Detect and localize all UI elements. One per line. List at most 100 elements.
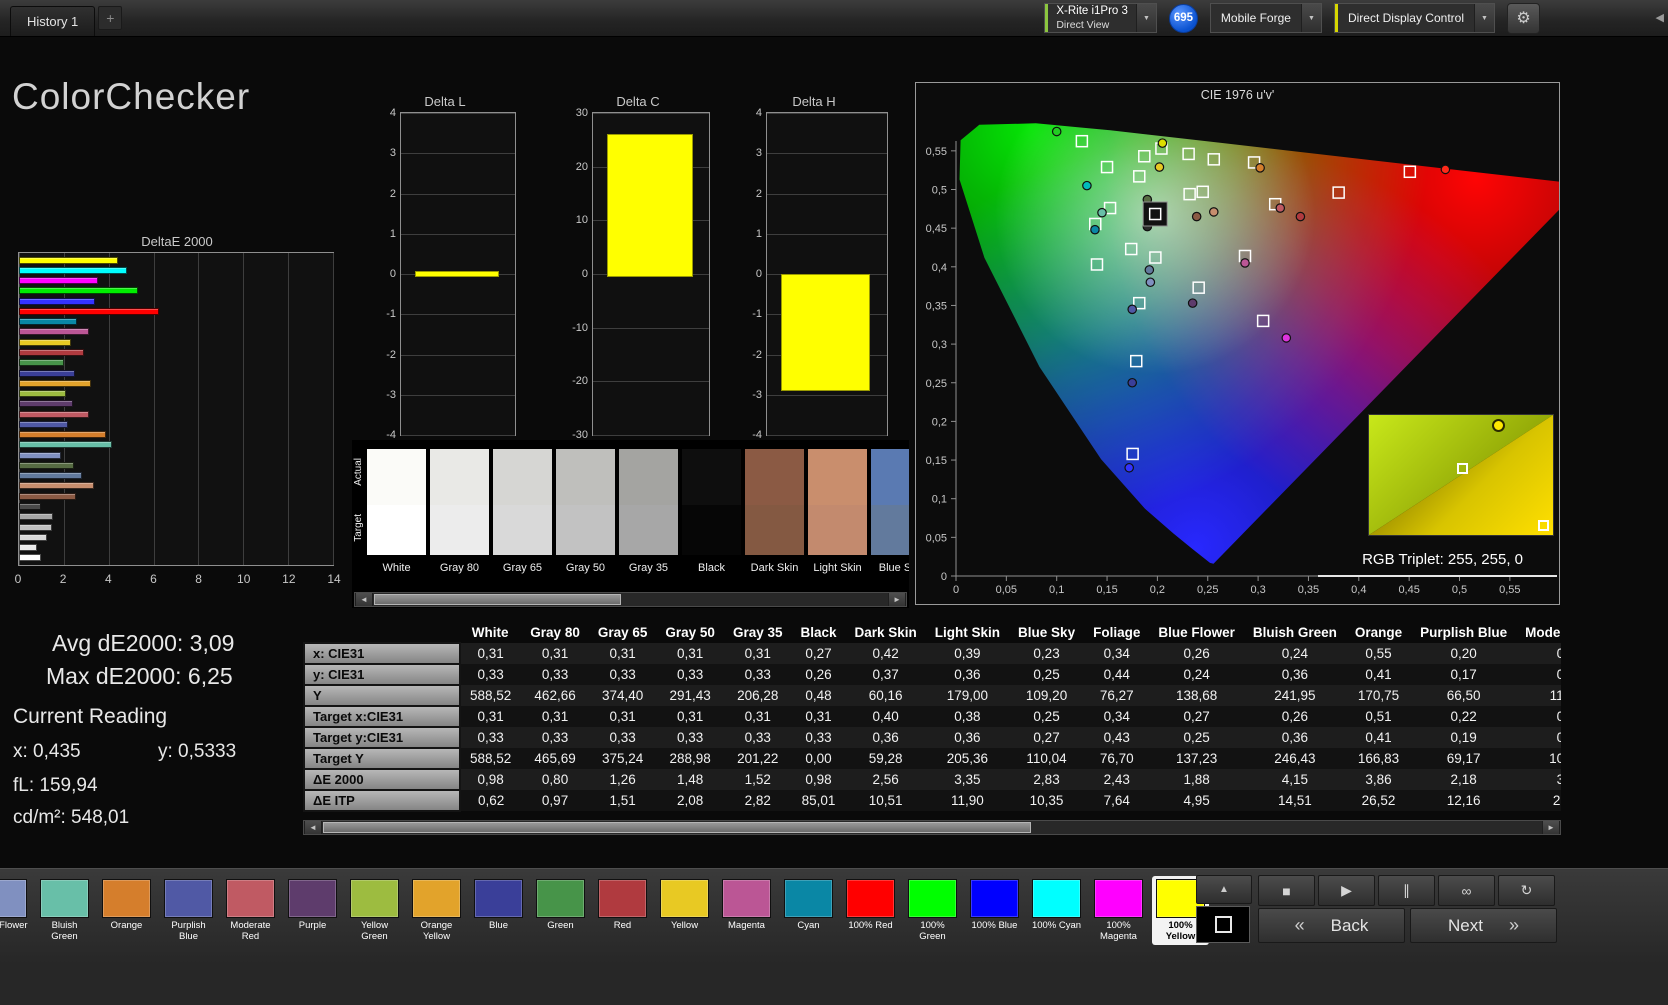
measurement-table: White Gray 80 Gray 65 Gray 50 Gray 35 Black Da… bbox=[303, 622, 1561, 812]
swatch-scrollbar[interactable]: ◄ ► bbox=[354, 592, 907, 607]
swatch-dark-skin: Dark Skin bbox=[745, 449, 804, 574]
table-cell: 1,26 bbox=[609, 772, 636, 787]
table-cell: 0,31 bbox=[541, 709, 569, 724]
table-row: ΔE 2000 0,98 0,80 1,26 1,48 1,52 0,98 2,56 3,35 2… bbox=[303, 768, 1561, 791]
patch-tile-orange-yellow[interactable]: Orange Yellow bbox=[408, 876, 465, 945]
scrollbar-track[interactable] bbox=[373, 593, 888, 606]
patch-label: 100% Red bbox=[848, 920, 893, 931]
patch-tile-yellow-green[interactable]: Yellow Green bbox=[346, 876, 403, 945]
patch-color-purple bbox=[288, 879, 337, 918]
deltae-bar-orange bbox=[19, 431, 106, 439]
swatch-actual bbox=[808, 449, 867, 505]
meter-selector[interactable]: X-Rite i1Pro 3 Direct View ▼ bbox=[1044, 3, 1157, 33]
swatch-gray-80: Gray 80 bbox=[430, 449, 489, 574]
pause-button-icon[interactable]: ∥ bbox=[1378, 875, 1435, 906]
selected-color-inset bbox=[1368, 414, 1554, 536]
bar-row bbox=[19, 491, 333, 501]
chevron-down-icon[interactable]: ▼ bbox=[1135, 4, 1156, 32]
scroll-right-icon[interactable]: ► bbox=[888, 593, 906, 606]
deltae2000-title: DeltaE 2000 bbox=[141, 234, 213, 249]
deltae-bar-blue-flower bbox=[19, 451, 62, 459]
display-window-button[interactable] bbox=[1196, 906, 1250, 943]
patch-tile-cyan[interactable]: Cyan bbox=[780, 876, 837, 945]
chevron-down-icon[interactable]: ▼ bbox=[1474, 4, 1494, 32]
swatch-target bbox=[367, 505, 426, 555]
scrollbar-thumb[interactable] bbox=[323, 822, 1031, 833]
row-header: ΔE ITP bbox=[303, 789, 461, 812]
deltae-bar-100-magenta bbox=[19, 277, 98, 285]
scroll-left-icon[interactable]: ◄ bbox=[355, 593, 373, 606]
bar-row bbox=[19, 450, 333, 460]
table-cell: 0,46 bbox=[1556, 709, 1561, 724]
scroll-right-icon[interactable]: ► bbox=[1542, 821, 1560, 834]
display-control-selector[interactable]: Direct Display Control ▼ bbox=[1333, 3, 1495, 33]
table-scrollbar[interactable]: ◄ ► bbox=[303, 820, 1561, 835]
patch-tile-bluish-green[interactable]: Bluish Green bbox=[36, 876, 93, 945]
add-tab-button[interactable]: + bbox=[98, 6, 123, 30]
delta-value-bar bbox=[606, 134, 693, 277]
patch-tile-moderate-red[interactable]: Moderate Red bbox=[222, 876, 279, 945]
patch-tile-100-green[interactable]: 100% Green bbox=[904, 876, 961, 945]
loop-button-icon[interactable]: ↻ bbox=[1498, 875, 1555, 906]
stop-button-icon[interactable]: ■ bbox=[1258, 875, 1315, 906]
column-header-dark-skin: Dark Skin bbox=[854, 625, 917, 640]
gear-icon[interactable]: ⚙ bbox=[1507, 2, 1540, 34]
patch-tile-blue[interactable]: Blue bbox=[470, 876, 527, 945]
table-cell: 2,43 bbox=[1103, 772, 1130, 787]
chevron-down-icon[interactable]: ▼ bbox=[1300, 4, 1321, 32]
play-button-icon[interactable]: ▶ bbox=[1318, 875, 1375, 906]
continuous-button-icon[interactable]: ∞ bbox=[1438, 875, 1495, 906]
tab-history-1[interactable]: History 1 bbox=[10, 6, 96, 36]
patch-tile-red[interactable]: Red bbox=[594, 876, 651, 945]
patch-label: Purple bbox=[298, 920, 327, 931]
gridline bbox=[401, 153, 515, 155]
deltae2000-chart: DeltaE 2000 0 2 4 6 8 10 12 14 bbox=[15, 234, 341, 594]
axis-tick-label: 1 bbox=[755, 227, 762, 240]
next-button[interactable]: Next » bbox=[1410, 908, 1557, 943]
scrollbar-track[interactable] bbox=[322, 821, 1542, 834]
expand-patch-list-button[interactable]: ▲ bbox=[1196, 875, 1252, 904]
patch-tile-yellow[interactable]: Yellow bbox=[656, 876, 713, 945]
bar-row bbox=[19, 286, 333, 296]
table-cell: 0,31 bbox=[1556, 730, 1561, 745]
next-chevron-icon: » bbox=[1508, 915, 1519, 935]
patch-tile-100-cyan[interactable]: 100% Cyan bbox=[1028, 876, 1085, 945]
axis-tick-label: 14 bbox=[327, 572, 341, 586]
patch-tile-green[interactable]: Green bbox=[532, 876, 589, 945]
table-cell: 1,48 bbox=[677, 772, 704, 787]
patch-color-green bbox=[536, 879, 585, 918]
patch-tile-100-red[interactable]: 100% Red bbox=[842, 876, 899, 945]
swatch-target bbox=[556, 505, 615, 555]
patch-label: Moderate Red bbox=[230, 920, 271, 942]
patch-tile-blue-flower[interactable]: Blue Flower bbox=[0, 876, 31, 945]
gridline bbox=[767, 193, 887, 195]
patch-label: 100% Blue bbox=[971, 920, 1018, 931]
table-cell: 2,82 bbox=[744, 793, 771, 808]
patch-label: Cyan bbox=[797, 920, 820, 931]
back-button[interactable]: « Back bbox=[1258, 908, 1405, 943]
patch-tile-purple[interactable]: Purple bbox=[284, 876, 341, 945]
table-cell: 462,66 bbox=[534, 688, 576, 703]
inset-target-marker bbox=[1457, 463, 1469, 474]
patch-tile-magenta[interactable]: Magenta bbox=[718, 876, 775, 945]
swatch-label: Gray 80 bbox=[439, 562, 480, 574]
scrollbar-thumb[interactable] bbox=[374, 594, 622, 605]
patch-tile-100-magenta[interactable]: 100% Magenta bbox=[1090, 876, 1147, 945]
axis-tick-label: 0,15 bbox=[926, 455, 947, 467]
bar-row bbox=[19, 317, 333, 327]
table-cell: 3,12 bbox=[1556, 772, 1561, 787]
source-selector[interactable]: Mobile Forge ▼ bbox=[1209, 3, 1322, 33]
swatch-label: Blue Sky bbox=[878, 562, 909, 574]
scroll-left-icon[interactable]: ◄ bbox=[304, 821, 322, 834]
bar-row bbox=[19, 512, 333, 522]
measured-marker bbox=[1440, 164, 1451, 175]
patch-tile-100-blue[interactable]: 100% Blue bbox=[966, 876, 1023, 945]
measured-marker bbox=[1154, 162, 1165, 172]
patch-tile-orange[interactable]: Orange bbox=[98, 876, 155, 945]
luminance-badge: 695 bbox=[1168, 3, 1198, 33]
collapse-panel-icon[interactable]: ◀ bbox=[1656, 11, 1664, 24]
deltae-bar-dark-skin bbox=[19, 492, 77, 500]
patch-color-cyan bbox=[784, 879, 833, 918]
gridline bbox=[401, 233, 515, 235]
patch-tile-purplish-blue[interactable]: Purplish Blue bbox=[160, 876, 217, 945]
